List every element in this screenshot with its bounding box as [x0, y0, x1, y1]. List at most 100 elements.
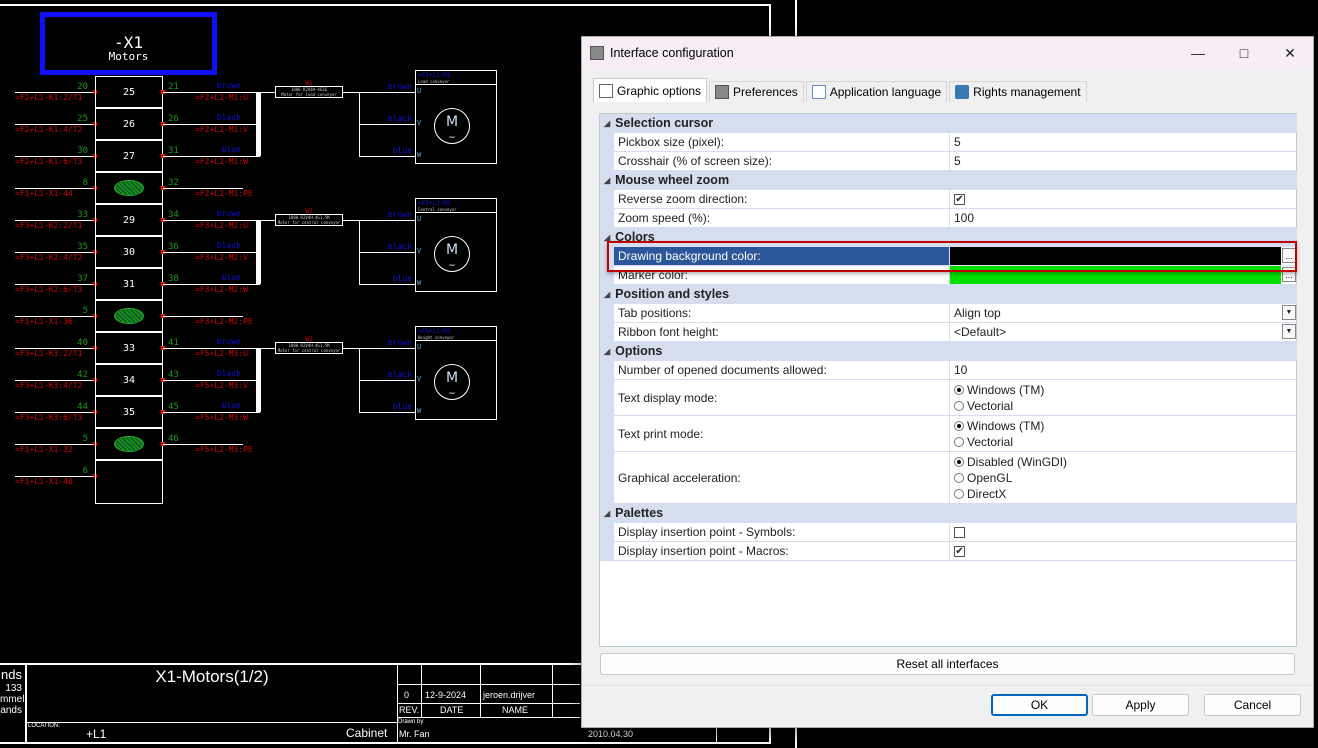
property-row[interactable]: Graphical acceleration: Disabled (WinGDI)… — [600, 452, 1297, 504]
radio-button[interactable] — [954, 436, 964, 447]
cancel-button[interactable]: Cancel — [1204, 694, 1301, 716]
right-cross-reference[interactable]: =F5+L2-M3:W — [195, 413, 248, 422]
value-text[interactable]: 5 — [954, 154, 961, 168]
right-cross-reference[interactable]: =F3+L2-M2:V — [195, 253, 248, 262]
property-row[interactable]: Display insertion point - Symbols: — [600, 523, 1297, 542]
property-row[interactable]: Pickbox size (pixel): 5 — [600, 133, 1297, 152]
right-cross-reference[interactable]: =F5+L2-M3:PE — [195, 445, 253, 454]
right-cross-reference[interactable]: =F5+L2-M3:V — [195, 381, 248, 390]
collapse-triangle-icon[interactable]: ◢ — [604, 509, 610, 518]
property-row[interactable]: Text print mode: Windows (TM) Vectorial — [600, 416, 1297, 452]
terminal[interactable]: 29 — [95, 204, 163, 236]
radio-option[interactable]: Windows (TM) — [954, 418, 1044, 434]
property-row[interactable]: Zoom speed (%): 100 — [600, 209, 1297, 228]
radio-button[interactable] — [954, 384, 964, 395]
radio-button[interactable] — [954, 488, 964, 499]
dialog-titlebar[interactable]: Interface configuration — □ ✕ — [582, 37, 1313, 69]
category-mouse-wheel-zoom[interactable]: ◢ Mouse wheel zoom — [600, 171, 1297, 190]
collapse-triangle-icon[interactable]: ◢ — [604, 119, 610, 128]
radio-option[interactable]: Disabled (WinGDI) — [954, 454, 1067, 470]
chevron-down-icon[interactable]: ▼ — [1282, 305, 1296, 320]
property-row[interactable]: Crosshair (% of screen size): 5 — [600, 152, 1297, 171]
motor-symbol[interactable]: =F5+L2-M3 Height conveyor M ~ — [415, 326, 497, 420]
property-value[interactable]: Windows (TM) Vectorial — [950, 416, 1297, 451]
property-row[interactable]: Reverse zoom direction: ✔ — [600, 190, 1297, 209]
tab-rights-management[interactable]: Rights management — [949, 81, 1087, 102]
terminal[interactable]: 25 — [95, 76, 163, 108]
motor-symbol[interactable]: =F3+L2-M2 Central conveyor M ~ — [415, 198, 497, 292]
tab-graphic-options[interactable]: Graphic options — [593, 78, 708, 102]
right-cross-reference[interactable]: =F2+L2-M1:V — [195, 125, 248, 134]
category-palettes[interactable]: ◢ Palettes — [600, 504, 1297, 523]
right-cross-reference[interactable]: =F2+L2-M1:U — [195, 93, 248, 102]
radio-button[interactable] — [954, 400, 964, 411]
terminal[interactable]: 34 — [95, 364, 163, 396]
terminal[interactable]: 35 — [95, 396, 163, 428]
terminal[interactable]: 33 — [95, 332, 163, 364]
right-cross-reference[interactable]: =F3+L2-M2:W — [195, 285, 248, 294]
terminal[interactable]: 26 — [95, 108, 163, 140]
left-cross-reference[interactable]: =F2+L1-K1:2/T1 — [15, 93, 82, 102]
value-text[interactable]: 100 — [954, 211, 974, 225]
terminal-strip-header[interactable]: -X1 Motors — [40, 12, 217, 75]
right-cross-reference[interactable]: =F2+L2-M1:PE — [195, 189, 253, 198]
reset-all-interfaces-button[interactable]: Reset all interfaces — [600, 653, 1295, 675]
cable-box[interactable]: W1 1000 R2V4H-4G16 Motor for load conveyor — [275, 81, 343, 98]
radio-option[interactable]: Vectorial — [954, 434, 1013, 450]
property-row[interactable]: Text display mode: Windows (TM) Vectorial — [600, 380, 1297, 416]
cable-box[interactable]: W2 1000 R2V4H-4G1.5M Motor for central con… — [275, 209, 343, 226]
radio-option[interactable]: Vectorial — [954, 398, 1013, 414]
value-text[interactable]: 5 — [954, 135, 961, 149]
radio-option[interactable]: Windows (TM) — [954, 382, 1044, 398]
property-row[interactable]: Tab positions: Align top ▼ — [600, 304, 1297, 323]
property-value[interactable]: ✔ — [950, 542, 1297, 560]
property-value[interactable]: Align top ▼ — [950, 304, 1297, 322]
left-cross-reference[interactable]: =F1+L1-X1-32 — [15, 445, 73, 454]
apply-button[interactable]: Apply — [1092, 694, 1189, 716]
motor-symbol[interactable]: =F2+L2-M1 Load conveyor M ~ — [415, 70, 497, 164]
property-value[interactable]: 5 — [950, 152, 1297, 170]
right-cross-reference[interactable]: =F5+L2-M3:U — [195, 349, 248, 358]
property-value[interactable]: ✔ — [950, 190, 1297, 208]
minimize-button[interactable]: — — [1175, 37, 1221, 69]
terminal[interactable]: 27 — [95, 140, 163, 172]
collapse-triangle-icon[interactable]: ◢ — [604, 290, 610, 299]
tab-preferences[interactable]: Preferences — [709, 81, 804, 102]
terminal[interactable]: 30 — [95, 236, 163, 268]
property-row[interactable]: Ribbon font height: <Default> ▼ — [600, 323, 1297, 342]
right-cross-reference[interactable]: =F3+L2-M2:PE — [195, 317, 253, 326]
checkbox-checked[interactable]: ✔ — [954, 193, 965, 205]
right-cross-reference[interactable]: =F2+L2-M1:W — [195, 157, 248, 166]
tab-application-language[interactable]: Application language — [805, 81, 948, 102]
left-cross-reference[interactable]: =F1+L1-X1-40 — [15, 477, 73, 486]
value-text[interactable]: 10 — [954, 363, 967, 377]
property-row[interactable]: Display insertion point - Macros: ✔ — [600, 542, 1297, 561]
collapse-triangle-icon[interactable]: ◢ — [604, 347, 610, 356]
left-cross-reference[interactable]: =F3+L1-K3:2/T1 — [15, 349, 82, 358]
terminal[interactable] — [95, 460, 163, 504]
property-value[interactable]: 100 — [950, 209, 1297, 227]
cable-box[interactable]: W3 1000 R2V4H-4G1.5M Motor for central con… — [275, 337, 343, 354]
chevron-down-icon[interactable]: ▼ — [1282, 324, 1296, 339]
radio-button[interactable] — [954, 472, 964, 483]
ok-button[interactable]: OK — [991, 694, 1088, 716]
left-cross-reference[interactable]: =F3+L1-K3:4/T2 — [15, 381, 82, 390]
radio-button[interactable] — [954, 420, 964, 431]
checkbox-checked[interactable]: ✔ — [954, 545, 965, 557]
right-cross-reference[interactable]: =F3+L2-M2:U — [195, 221, 248, 230]
terminal[interactable] — [95, 300, 163, 332]
left-cross-reference[interactable]: =F3+L1-K2:6/T3 — [15, 285, 82, 294]
radio-option[interactable]: OpenGL — [954, 470, 1012, 486]
property-value[interactable]: Disabled (WinGDI) OpenGL DirectX — [950, 452, 1297, 503]
left-cross-reference[interactable]: =F3+L1-K2:4/T2 — [15, 253, 82, 262]
maximize-button[interactable]: □ — [1221, 37, 1267, 69]
terminal[interactable]: 31 — [95, 268, 163, 300]
left-cross-reference[interactable]: =F1+L1-X1-44 — [15, 189, 73, 198]
category-options[interactable]: ◢ Options — [600, 342, 1297, 361]
radio-option[interactable]: DirectX — [954, 486, 1006, 502]
property-row[interactable]: Number of opened documents allowed: 10 — [600, 361, 1297, 380]
select-value[interactable]: Align top — [954, 306, 1001, 320]
property-value[interactable]: <Default> ▼ — [950, 323, 1297, 341]
checkbox-unchecked[interactable] — [954, 526, 965, 538]
property-value[interactable] — [950, 523, 1297, 541]
